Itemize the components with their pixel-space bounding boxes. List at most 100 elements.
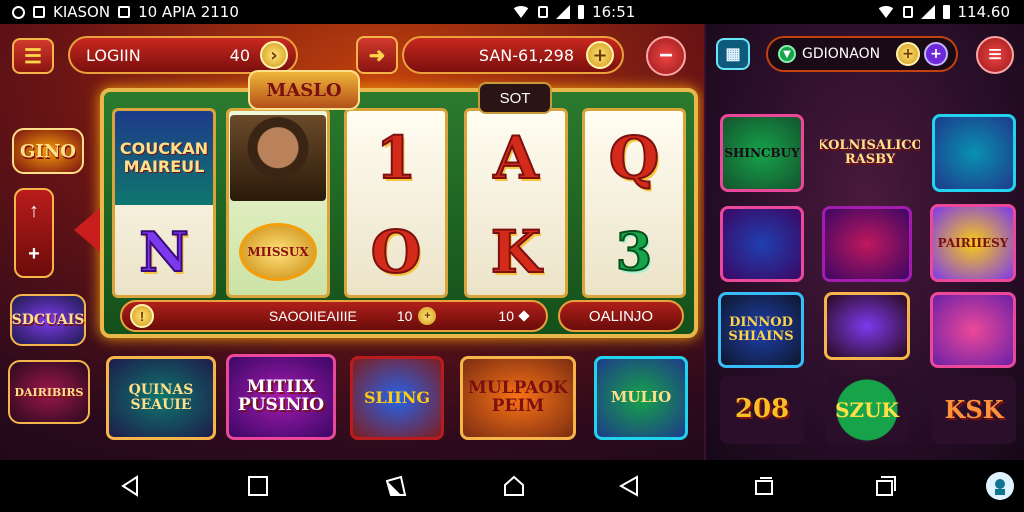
spin-button[interactable]: OALINJO: [558, 300, 684, 332]
reel-2-bottom-symbol: MIISSUX: [239, 223, 317, 281]
balance-bar[interactable]: SAN-61,298 +: [402, 36, 624, 74]
bet-coin-icon[interactable]: !: [130, 304, 154, 328]
back-button[interactable]: [116, 472, 144, 500]
back-icon: [121, 475, 138, 497]
game-tile-3-title: SLIING: [363, 387, 431, 407]
prev-arrow-icon[interactable]: [74, 208, 100, 252]
login-label: LOGIIN: [86, 45, 141, 65]
game-tile-1[interactable]: QUINAS SEAUIE: [106, 356, 216, 440]
wifi-icon-2: [877, 6, 896, 18]
right-tile-1-2[interactable]: KOLNISALICO RASBY: [820, 116, 920, 190]
right-tile-4-3[interactable]: KSK: [932, 376, 1016, 444]
game-tile-4-title: MULPAOK PEIM: [468, 378, 568, 416]
minus-button[interactable]: −: [646, 36, 686, 76]
arrow-right-icon: ➜: [368, 44, 386, 67]
notification-icon: [33, 6, 45, 18]
battery-icon: [578, 5, 585, 19]
plus-coin-icon[interactable]: +: [586, 41, 614, 69]
game-title-badge: MASLO: [248, 70, 360, 110]
game-tile-2[interactable]: MITIIX PUSINIO: [226, 354, 336, 440]
right-tile-2-3-title: PAIRIIESY: [937, 235, 1009, 250]
right-tile-4-3-title: KSK: [944, 395, 1004, 425]
transfer-button[interactable]: ➜: [356, 36, 398, 74]
grid-icon: ▦: [725, 46, 741, 63]
casino-logo[interactable]: GINO: [12, 128, 84, 174]
profile-label: GDIONAON: [802, 46, 881, 62]
right-tile-4-2[interactable]: SZUK: [826, 376, 908, 444]
navigation-bar: [0, 460, 1024, 512]
bet-plus-icon[interactable]: +: [418, 307, 437, 325]
scroll-up-icon[interactable]: ↑: [29, 200, 39, 223]
login-amount: 40: [229, 45, 250, 65]
bet-label: SAOOIIEAIIIE: [268, 308, 357, 324]
recents-button[interactable]: [382, 472, 410, 500]
game-tile-3[interactable]: SLIING: [350, 356, 444, 440]
signal-icon-2: [921, 5, 936, 19]
recents-icon: [385, 475, 407, 496]
app-icon: [12, 5, 25, 19]
close-menu-button[interactable]: ≡: [976, 36, 1014, 74]
game-tile-2-title: MITIIX PUSINIO: [237, 377, 325, 415]
assistant-button[interactable]: [986, 472, 1014, 500]
right-tile-3-2[interactable]: [824, 292, 910, 360]
balance-label: SAN-61,298: [478, 45, 574, 65]
hamburger-icon: ≡: [987, 41, 1002, 68]
game-tile-4[interactable]: MULPAOK PEIM: [460, 356, 576, 440]
reel-5-bottom: 3: [585, 205, 683, 295]
reel-5-bottom-symbol: 3: [615, 221, 653, 284]
right-tile-2-3[interactable]: PAIRIIESY: [930, 204, 1016, 282]
right-tile-4-1[interactable]: 208: [720, 376, 804, 444]
reel-1-bottom-symbol: N: [138, 219, 189, 285]
game-screen: ☰ LOGIIN 40 › ➜ SAN-61,298 + − MASLO SOT…: [0, 24, 1024, 460]
house-icon: [504, 475, 524, 496]
vertical-scroll-control[interactable]: ↑ +: [14, 188, 54, 278]
right-tile-3-1[interactable]: DINNOD SHIAINS: [718, 292, 804, 368]
reel-3-top: 1: [347, 111, 445, 205]
right-tile-2-2[interactable]: [822, 206, 912, 282]
login-bar[interactable]: LOGIIN 40 ›: [68, 36, 298, 74]
signal-icon: [556, 5, 571, 19]
wifi-icon: [512, 6, 530, 18]
right-tile-1-1[interactable]: SHINCBUY: [720, 114, 804, 192]
minus-icon: −: [658, 42, 673, 69]
right-tile-1-3[interactable]: [932, 114, 1016, 192]
reel-4-bottom-symbol: K: [490, 217, 542, 287]
profile-bar[interactable]: ▼ GDIONAON + +: [766, 36, 958, 72]
reel-4-top: A: [467, 111, 565, 205]
back-button-2[interactable]: [614, 472, 642, 500]
right-tile-2-1[interactable]: [720, 206, 804, 282]
profile-coin-icon[interactable]: +: [896, 42, 920, 66]
home-button-2[interactable]: [500, 472, 528, 500]
side-game-logo-3[interactable]: DAIRIBIRS: [8, 360, 90, 424]
profile-plus-icon[interactable]: +: [924, 42, 948, 66]
right-tile-3-3[interactable]: [930, 292, 1016, 368]
grid-menu-button[interactable]: ▦: [716, 38, 750, 70]
window-icon: [755, 477, 773, 495]
menu-button[interactable]: ☰: [12, 38, 54, 74]
assistant-icon: [995, 479, 1005, 495]
game-tile-5[interactable]: MULIO: [594, 356, 688, 440]
reel-5: Q 3: [582, 108, 686, 298]
data-icon: [538, 6, 549, 18]
scroll-down-icon[interactable]: +: [28, 243, 40, 266]
right-tile-1-2-title: KOLNISALICO RASBY: [820, 138, 920, 167]
window-button[interactable]: [750, 472, 778, 500]
battery-icon-2: [943, 5, 950, 19]
coin-icon: ›: [260, 41, 288, 69]
home-button[interactable]: [244, 472, 272, 500]
reel-2-top: [229, 111, 327, 205]
right-tile-3-1-title: DINNOD SHIAINS: [728, 315, 794, 344]
slot-tab[interactable]: SOT: [478, 82, 552, 114]
game-tile-5-title: MULIO: [610, 388, 672, 407]
status-text: KIASON: [53, 3, 111, 21]
right-tile-4-2-title: SZUK: [835, 397, 899, 422]
home-icon: [248, 476, 268, 496]
side-game-logo-2[interactable]: SDCUAIS: [10, 294, 86, 346]
reel-1-top: COUCKAN MAIREUL: [115, 111, 213, 205]
reel-1-bottom: N: [115, 205, 213, 295]
reel-1: COUCKAN MAIREUL N: [112, 108, 216, 298]
overview-button[interactable]: [872, 472, 900, 500]
menu-icon: ☰: [24, 45, 42, 68]
reel-3-top-symbol: 1: [375, 123, 417, 193]
data-icon-2: [903, 6, 914, 18]
